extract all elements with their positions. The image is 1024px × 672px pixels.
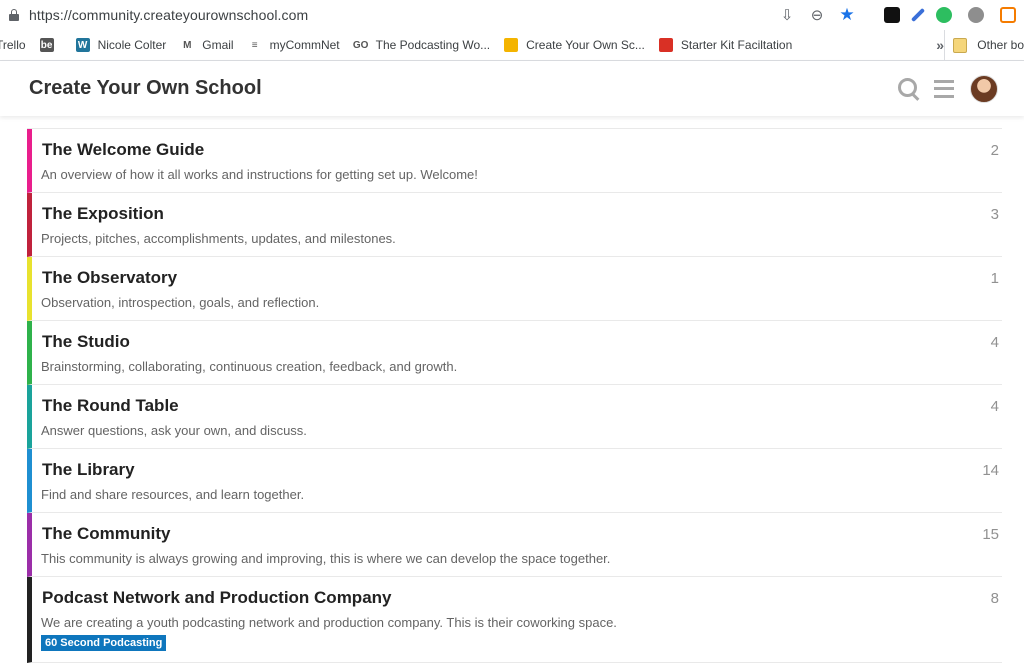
category-description: We are creating a youth podcasting netwo… <box>41 615 617 630</box>
starter-kit-icon <box>658 38 673 52</box>
bookmark-label: The Podcasting Wo... <box>375 38 491 52</box>
hamburger-menu-icon[interactable] <box>934 79 954 98</box>
category-description: An overview of how it all works and inst… <box>41 167 478 182</box>
bookmark-label: Gmail <box>202 38 234 52</box>
category-description: Find and share resources, and learn toge… <box>41 487 305 502</box>
bookmark-star-icon[interactable]: ★ <box>832 0 862 30</box>
bookmark-label: Nicole Colter <box>97 38 167 52</box>
site-title[interactable]: Create Your Own School <box>29 77 262 100</box>
bookmark-label: Create Your Own Sc... <box>526 38 645 52</box>
evernote-extension-icon[interactable] <box>936 7 952 23</box>
other-bookmarks[interactable]: Other bo <box>944 30 1024 60</box>
category-row[interactable]: The Round Table Answer questions, ask you… <box>27 385 1002 449</box>
eyedropper-extension-icon[interactable] <box>910 7 926 23</box>
bookmark-item[interactable]: W Nicole Colter <box>75 38 167 52</box>
lock-icon <box>9 9 19 21</box>
category-list: The Welcome Guide An overview of how it a… <box>27 128 1002 663</box>
site-header: Create Your Own School <box>0 61 1024 116</box>
category-row[interactable]: The Exposition Projects, pitches, accompl… <box>27 193 1002 257</box>
category-topic-count: 4 <box>990 398 999 415</box>
category-name[interactable]: The Welcome Guide <box>42 140 204 160</box>
category-name[interactable]: Podcast Network and Production Company <box>42 588 392 608</box>
category-name[interactable]: The Observatory <box>42 268 177 288</box>
category-name[interactable]: The Exposition <box>42 204 164 224</box>
user-avatar[interactable] <box>970 74 998 103</box>
category-topic-count: 4 <box>990 334 999 351</box>
behance-icon: be <box>39 38 54 52</box>
category-topic-count: 1 <box>990 270 999 287</box>
bookmark-item[interactable]: Create Your Own Sc... <box>504 38 645 52</box>
other-bookmarks-label: Other bo <box>977 38 1024 52</box>
bookmark-item[interactable]: be <box>39 38 62 52</box>
install-app-icon[interactable]: ⇩ <box>772 0 802 30</box>
folder-icon <box>953 37 968 53</box>
category-topic-count: 8 <box>990 590 999 607</box>
category-topic-count: 15 <box>982 526 999 543</box>
cyos-icon <box>504 38 519 52</box>
category-row[interactable]: The Studio Brainstorming, collaborating, … <box>27 321 1002 385</box>
bookmark-item[interactable]: ≡ myCommNet <box>247 38 340 52</box>
bookmark-label: myCommNet <box>269 38 340 52</box>
category-row[interactable]: The Welcome Guide An overview of how it a… <box>27 129 1002 193</box>
search-icon[interactable] <box>898 77 920 101</box>
bookmarks-bar: Trello be W Nicole Colter M Gmail ≡ myCommNet GO… <box>0 30 1024 61</box>
category-row[interactable]: The Library Find and share resources, and… <box>27 449 1002 513</box>
bookmark-item[interactable]: Trello <box>0 38 26 52</box>
skype-extension-icon[interactable] <box>968 7 984 23</box>
bookmark-label: Starter Kit Faciltation <box>680 38 793 52</box>
wordpress-icon: W <box>75 38 90 52</box>
category-topic-count: 3 <box>990 206 999 223</box>
category-description: Projects, pitches, accomplishments, upda… <box>41 231 396 246</box>
gmail-icon: M <box>180 38 195 52</box>
go-icon: GO <box>352 38 369 52</box>
subcategory-badge[interactable]: 60 Second Podcasting <box>41 635 167 651</box>
bookmark-item[interactable]: M Gmail <box>180 38 234 52</box>
bookmarks-overflow-button[interactable]: » <box>936 30 944 60</box>
category-row[interactable]: Podcast Network and Production Company We… <box>27 577 1002 663</box>
category-name[interactable]: The Studio <box>42 332 130 352</box>
category-topic-count: 2 <box>990 142 999 159</box>
category-name[interactable]: The Community <box>42 524 170 544</box>
address-bar[interactable]: https://community.createyourownschool.co… <box>0 0 1024 30</box>
category-row[interactable]: The Community This community is always gr… <box>27 513 1002 577</box>
mycommnet-icon: ≡ <box>247 38 262 52</box>
category-row[interactable]: The Observatory Observation, introspectio… <box>27 257 1002 321</box>
bookmark-item[interactable]: Starter Kit Faciltation <box>658 38 793 52</box>
category-description: This community is always growing and imp… <box>41 551 611 566</box>
url-text[interactable]: https://community.createyourownschool.co… <box>29 7 308 23</box>
category-name[interactable]: The Library <box>42 460 135 480</box>
bookmark-item[interactable]: GO The Podcasting Wo... <box>352 38 491 52</box>
category-description: Brainstorming, collaborating, continuous… <box>41 359 458 374</box>
category-name[interactable]: The Round Table <box>42 396 179 416</box>
zoom-icon[interactable]: ⊖ <box>802 0 832 30</box>
category-description: Answer questions, ask your own, and disc… <box>41 423 307 438</box>
bookmark-label: Trello <box>0 38 26 52</box>
owl-extension-icon[interactable] <box>884 7 900 23</box>
category-topic-count: 14 <box>982 462 999 479</box>
category-description: Observation, introspection, goals, and r… <box>41 295 320 310</box>
grid-extension-icon[interactable] <box>1000 7 1016 23</box>
